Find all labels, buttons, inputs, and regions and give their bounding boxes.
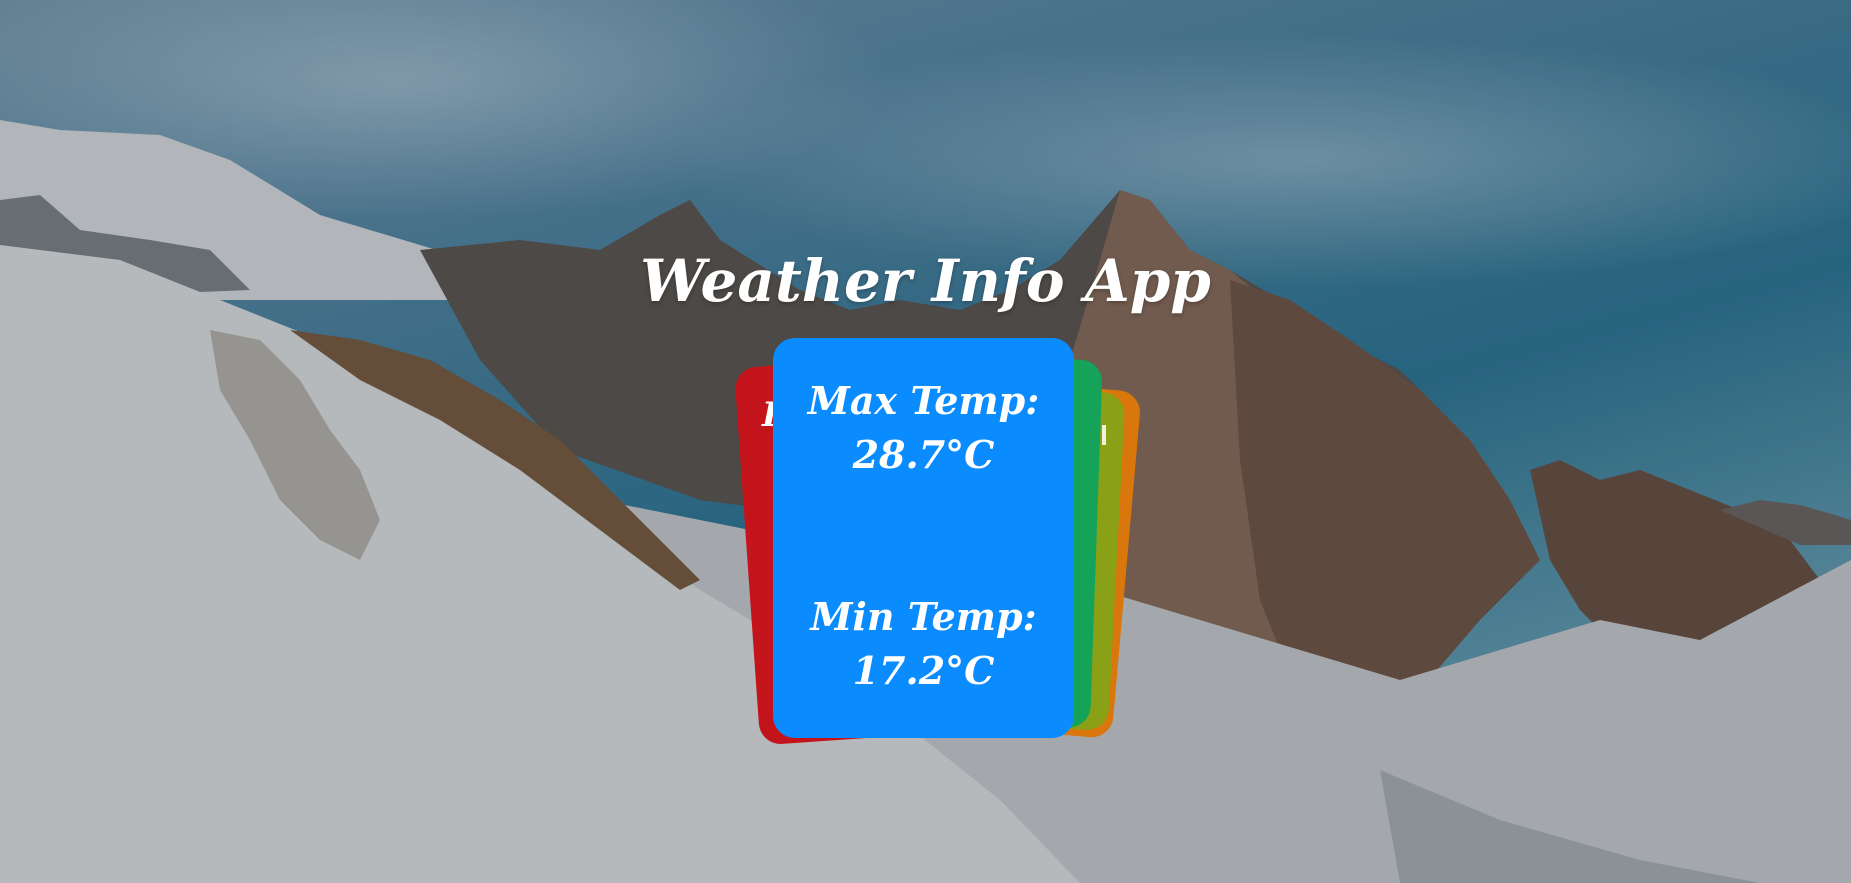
min-temp-block: Min Temp: 17.2°C: [810, 590, 1036, 698]
max-temp-block: Max Temp: 28.7°C: [808, 374, 1039, 482]
min-temp-label: Min Temp:: [810, 594, 1037, 639]
max-temp-value: 28.7°C: [852, 432, 995, 477]
card-peek-mark: [1102, 425, 1106, 445]
max-temp-label: Max Temp:: [807, 378, 1040, 423]
temperature-card[interactable]: Max Temp: 28.7°C Min Temp: 17.2°C: [773, 338, 1074, 738]
card-deck: I Max Temp: 28.7°C Min Temp: 17.2°C: [0, 0, 1851, 883]
min-temp-value: 17.2°C: [852, 648, 995, 693]
